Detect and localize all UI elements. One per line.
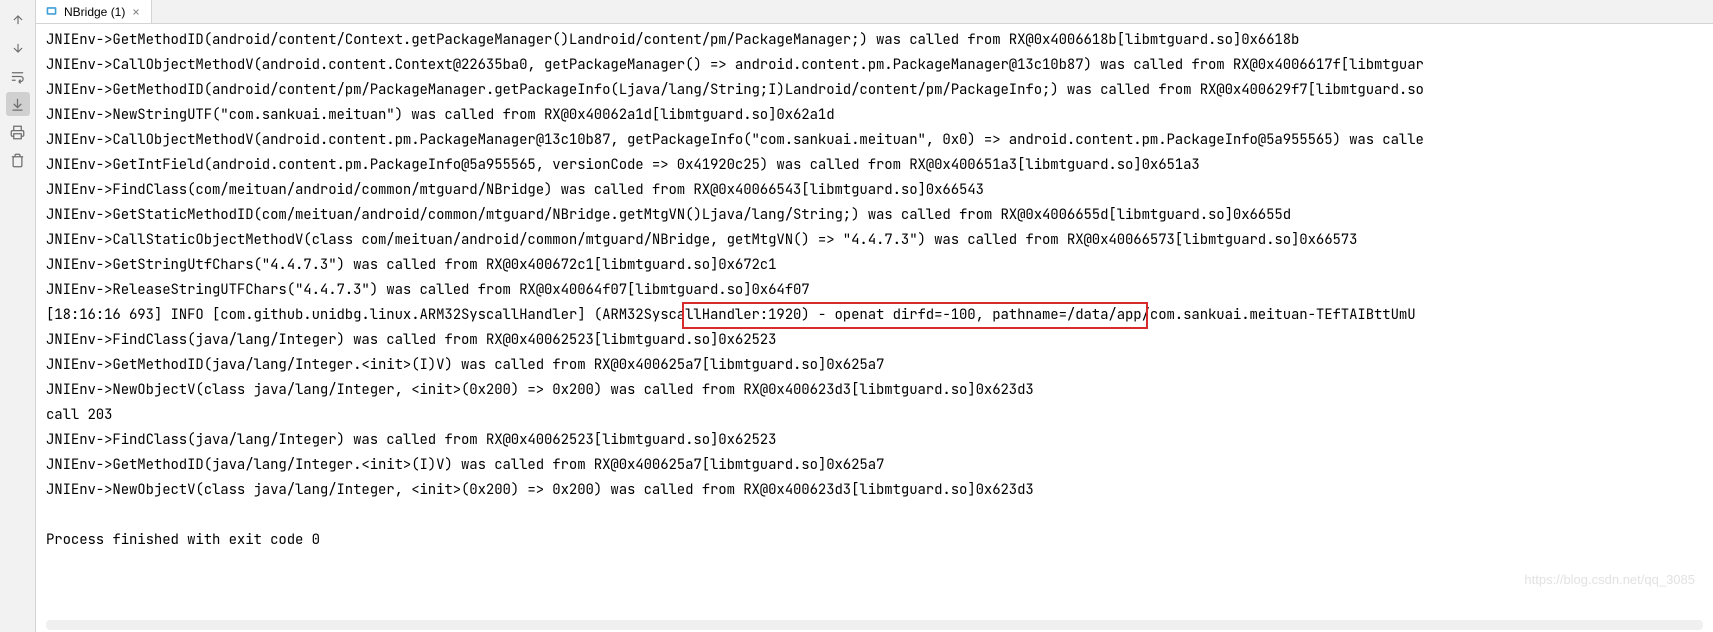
log-line: JNIEnv->GetIntField(android.content.pm.P… <box>46 153 1703 178</box>
log-line: JNIEnv->GetMethodID(java/lang/Integer.<i… <box>46 453 1703 478</box>
down-arrow-icon[interactable] <box>6 36 30 60</box>
log-line: JNIEnv->GetMethodID(android/content/pm/P… <box>46 78 1703 103</box>
main-panel: NBridge (1) JNIEnv->GetMethodID(android/… <box>36 0 1713 632</box>
log-line: JNIEnv->NewObjectV(class java/lang/Integ… <box>46 478 1703 503</box>
log-line: JNIEnv->NewObjectV(class java/lang/Integ… <box>46 378 1703 403</box>
run-config-icon <box>44 5 58 19</box>
soft-wrap-icon[interactable] <box>6 64 30 88</box>
log-line: JNIEnv->NewStringUTF("com.sankuai.meitua… <box>46 103 1703 128</box>
log-line: JNIEnv->GetMethodID(java/lang/Integer.<i… <box>46 353 1703 378</box>
log-line: JNIEnv->FindClass(java/lang/Integer) was… <box>46 428 1703 453</box>
left-toolbar <box>0 0 36 632</box>
log-line: JNIEnv->GetStringUtfChars("4.4.7.3") was… <box>46 253 1703 278</box>
scroll-to-end-icon[interactable] <box>6 92 30 116</box>
log-line: JNIEnv->CallStaticObjectMethodV(class co… <box>46 228 1703 253</box>
log-line: JNIEnv->FindClass(java/lang/Integer) was… <box>46 328 1703 353</box>
log-line: JNIEnv->CallObjectMethodV(android.conten… <box>46 53 1703 78</box>
log-line: JNIEnv->GetStaticMethodID(com/meituan/an… <box>46 203 1703 228</box>
log-line <box>46 503 1703 528</box>
log-line: [18:16:16 693] INFO [com.github.unidbg.l… <box>46 303 1703 328</box>
tab-bar: NBridge (1) <box>36 0 1713 24</box>
up-arrow-icon[interactable] <box>6 8 30 32</box>
print-icon[interactable] <box>6 120 30 144</box>
app-root: NBridge (1) JNIEnv->GetMethodID(android/… <box>0 0 1713 632</box>
log-line: JNIEnv->GetMethodID(android/content/Cont… <box>46 28 1703 53</box>
tab-nbridge[interactable]: NBridge (1) <box>36 0 152 23</box>
horizontal-scrollbar[interactable] <box>46 620 1703 630</box>
log-line: call 203 <box>46 403 1703 428</box>
log-line: Process finished with exit code 0 <box>46 528 1703 553</box>
log-line: JNIEnv->ReleaseStringUTFChars("4.4.7.3")… <box>46 278 1703 303</box>
trash-icon[interactable] <box>6 148 30 172</box>
close-icon[interactable] <box>131 6 143 18</box>
tab-title: NBridge (1) <box>64 5 125 19</box>
log-line: JNIEnv->FindClass(com/meituan/android/co… <box>46 178 1703 203</box>
log-line: JNIEnv->CallObjectMethodV(android.conten… <box>46 128 1703 153</box>
console-output[interactable]: JNIEnv->GetMethodID(android/content/Cont… <box>36 24 1713 614</box>
